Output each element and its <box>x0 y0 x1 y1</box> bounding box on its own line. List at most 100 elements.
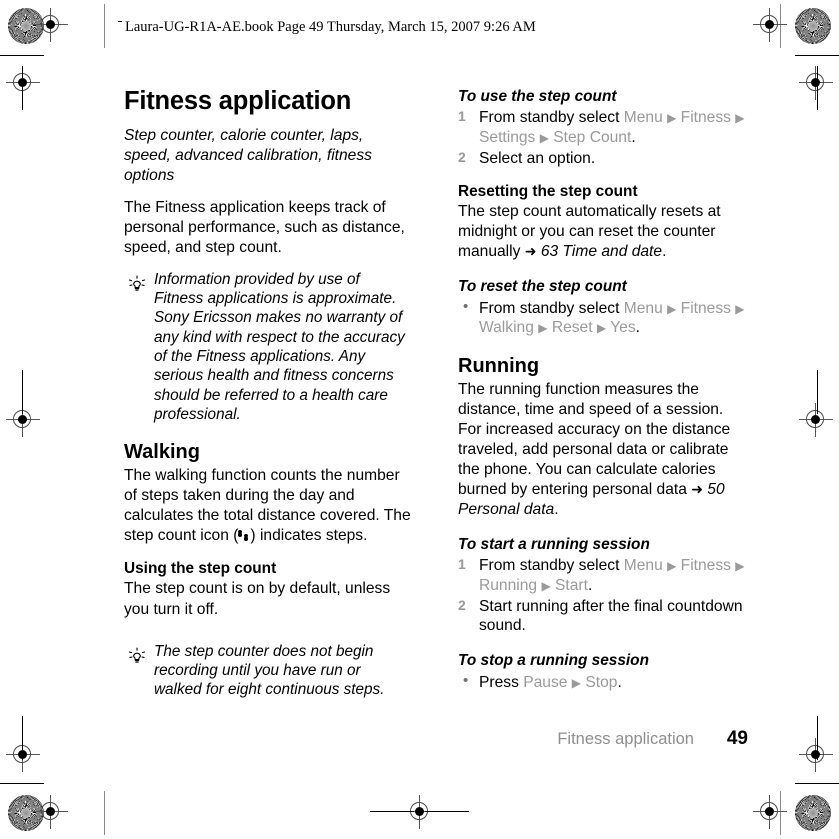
registration-target-right-lower <box>799 738 833 772</box>
triangle-icon: ▶ <box>667 111 677 126</box>
menu-item-yes: Yes <box>610 319 636 337</box>
trim-rule-right-vertical-low <box>817 716 818 760</box>
running-paragraph: The running function measures the distan… <box>458 380 746 520</box>
manual-page: Laura-UG-R1A-AE.book Page 49 Thursday, M… <box>0 0 839 839</box>
registration-target-bottom-right <box>753 795 787 829</box>
registration-starburst-top-right <box>795 8 831 44</box>
trim-rule-bottom-center-horizontal-right <box>425 811 469 812</box>
trim-rule-left-vertical-low <box>22 716 23 760</box>
running-text: The running function measures the distan… <box>458 380 731 498</box>
resetting-paragraph: The step count automatically resets at m… <box>458 202 746 262</box>
menu-item-running: Running <box>479 576 538 594</box>
list-item: 1 From standby select Menu ▶ Fitness ▶ Ru… <box>458 556 746 595</box>
step-number: 2 <box>458 148 466 165</box>
menu-item-menu: Menu <box>623 299 663 317</box>
triangle-icon: ▶ <box>596 321 607 336</box>
registration-target-right-middle <box>799 403 833 437</box>
procedure-steps-start-running: 1 From standby select Menu ▶ Fitness ▶ Ru… <box>458 556 746 636</box>
list-item: 2 Select an option. <box>458 149 746 169</box>
page-title: Fitness application <box>124 87 352 115</box>
footer-section-name: Fitness application <box>557 730 694 748</box>
procedure-steps-use-step-count: 1 From standby select Menu ▶ Fitness ▶ Se… <box>458 108 746 168</box>
period: . <box>635 319 640 337</box>
note-step-counter-delay: The step counter does not begin recordin… <box>124 642 412 700</box>
lightbulb-icon <box>126 645 148 667</box>
list-item: • From standby select Menu ▶ Fitness ▶ Wa… <box>458 297 746 338</box>
triangle-icon: ▶ <box>735 301 745 316</box>
triangle-icon: ▶ <box>539 131 549 146</box>
note-fitness-disclaimer: Information provided by use of Fitness a… <box>124 270 412 425</box>
menu-item-fitness: Fitness <box>680 109 731 127</box>
menu-item-start: Start <box>555 576 588 594</box>
right-column: To use the step count 1 From standby sele… <box>458 88 746 693</box>
menu-item-step-count: Step Count <box>553 129 632 147</box>
walking-paragraph: The walking function counts the number o… <box>124 466 412 546</box>
step-text: Start running after the final countdown … <box>479 597 743 635</box>
menu-item-walking: Walking <box>479 319 534 337</box>
note-text: Information provided by use of Fitness a… <box>154 270 405 424</box>
trim-rule-top-left-horizontal <box>0 55 44 56</box>
note-text: The step counter does not begin recordin… <box>154 642 385 699</box>
step-text-prefix: From standby select <box>479 109 624 127</box>
registration-target-left-middle <box>6 403 40 437</box>
period: . <box>554 500 559 518</box>
registration-starburst-bottom-right <box>795 795 831 831</box>
trim-rule-bottom-right-horizontal <box>795 783 839 784</box>
procedure-steps-reset-step-count: • From standby select Menu ▶ Fitness ▶ Wa… <box>458 297 746 338</box>
triangle-icon: ▶ <box>667 301 677 316</box>
step-number: 1 <box>458 108 466 125</box>
menu-item-settings: Settings <box>479 129 536 147</box>
step-count-icon <box>238 529 250 542</box>
menu-item-fitness: Fitness <box>680 299 731 317</box>
footer-page-number: 49 <box>726 728 748 749</box>
triangle-icon: ▶ <box>538 321 548 336</box>
step-text: Select an option. <box>479 149 596 167</box>
trim-rule-top-right-horizontal <box>795 55 839 56</box>
procedure-heading-stop-running-session: To stop a running session <box>458 652 649 670</box>
triangle-icon: ▶ <box>571 675 581 690</box>
trim-rule-bottom-center-horizontal-left <box>370 811 414 812</box>
registration-target-left-upper <box>6 66 40 100</box>
step-text-prefix: From standby select <box>479 557 624 575</box>
menu-item-fitness: Fitness <box>680 557 731 575</box>
trim-rule-bottom-left-horizontal <box>0 783 44 784</box>
subsection-heading-resetting: Resetting the step count <box>458 182 638 200</box>
subsection-heading-using-step-count: Using the step count <box>124 559 277 577</box>
intro-paragraph: The Fitness application keeps track of p… <box>124 198 405 256</box>
menu-item-menu: Menu <box>623 109 663 127</box>
period: . <box>631 129 636 147</box>
menu-item-reset: Reset <box>551 319 593 337</box>
list-item: 1 From standby select Menu ▶ Fitness ▶ Se… <box>458 108 746 147</box>
cross-reference-arrow-icon: ➜ <box>691 480 703 497</box>
step-number: 2 <box>458 596 466 613</box>
walking-text-after-icon: ) indicates steps. <box>250 526 368 544</box>
trim-rule-top-left-vertical <box>104 4 105 48</box>
cross-reference-link[interactable]: 63 Time and date <box>541 243 662 260</box>
trim-rule-bottom-left-vertical <box>104 791 105 835</box>
period: . <box>617 673 622 691</box>
list-item: • Press Pause ▶ Stop. <box>458 672 746 693</box>
triangle-icon: ▶ <box>667 559 677 574</box>
trim-rule-right-vertical <box>817 66 818 110</box>
page-footer: Fitness application 49 <box>458 728 748 750</box>
section-heading-walking: Walking <box>124 441 200 464</box>
registration-target-top-left <box>34 8 68 42</box>
cross-reference-arrow-icon: ➜ <box>524 243 537 260</box>
menu-item-pause: Pause <box>523 673 568 691</box>
triangle-icon: ▶ <box>735 111 745 126</box>
registration-target-left-lower <box>6 738 40 772</box>
registration-target-top-right <box>753 8 787 42</box>
triangle-icon: ▶ <box>735 559 745 574</box>
trim-rule-left-vertical <box>22 66 23 110</box>
triangle-icon: ▶ <box>541 578 551 593</box>
period: . <box>587 576 593 594</box>
left-column: Fitness application Step counter, calori… <box>124 87 412 712</box>
step-text-prefix: From standby select <box>479 299 624 317</box>
procedure-heading-reset-step-count: To reset the step count <box>458 278 627 296</box>
lightbulb-icon <box>126 273 148 295</box>
procedure-heading-use-step-count: To use the step count <box>458 88 617 105</box>
bullet-icon: • <box>463 297 469 315</box>
registration-target-bottom-center <box>403 795 437 829</box>
procedure-steps-stop-running: • Press Pause ▶ Stop. <box>458 672 746 693</box>
registration-target-right-upper <box>799 66 833 100</box>
